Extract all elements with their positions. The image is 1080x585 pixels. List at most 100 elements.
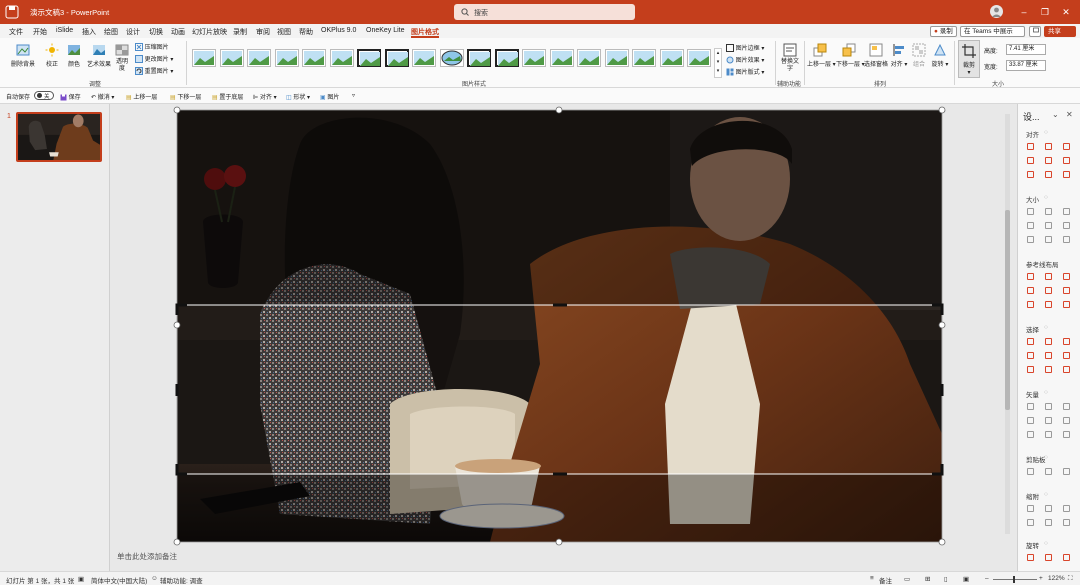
bring-forward-button[interactable]: 上移一层 ▾: [807, 43, 836, 68]
reset-picture-button[interactable]: 重置图片 ▾: [135, 66, 173, 76]
panel-tool-icon[interactable]: [1027, 338, 1034, 345]
panel-tool-icon[interactable]: [1027, 208, 1034, 215]
artistic-effects-button[interactable]: 艺术效果: [86, 43, 112, 68]
width-input[interactable]: 33.87 厘米: [1006, 60, 1046, 71]
zoom-slider[interactable]: [993, 576, 1037, 583]
picture-style-thumbnail[interactable]: [549, 49, 574, 67]
panel-tool-icon[interactable]: [1063, 352, 1070, 359]
close-panel-icon[interactable]: ✕: [1066, 110, 1073, 119]
transparency-button[interactable]: 透明度: [114, 43, 130, 73]
accessibility-status[interactable]: 辅助功能: 调查: [160, 575, 203, 585]
picture-style-thumbnail[interactable]: [467, 49, 491, 67]
record-button[interactable]: ● 录制: [930, 26, 957, 37]
qat-send-to-back-button[interactable]: ▤ 置于底层: [212, 92, 243, 101]
menu-tab[interactable]: OKPlus 9.0: [321, 27, 356, 34]
send-backward-button[interactable]: 下移一层 ▾: [836, 43, 865, 68]
picture-style-thumbnail[interactable]: [522, 49, 546, 67]
menu-tab[interactable]: 开始: [33, 27, 47, 37]
panel-tool-icon[interactable]: [1027, 554, 1034, 561]
picture-style-thumbnail[interactable]: [412, 49, 436, 67]
notes-button[interactable]: 备注: [879, 575, 892, 585]
picture-style-thumbnail[interactable]: [577, 49, 601, 67]
menu-tab[interactable]: 插入: [82, 27, 96, 37]
picture-border-button[interactable]: 图片边框 ▾: [726, 43, 764, 53]
group-button[interactable]: 组合: [910, 43, 928, 68]
compress-pictures-button[interactable]: 压缩图片: [135, 42, 169, 52]
panel-tool-icon[interactable]: [1045, 403, 1052, 410]
teams-button[interactable]: 在 Teams 中展示: [960, 26, 1025, 37]
panel-tool-icon[interactable]: [1045, 366, 1052, 373]
change-picture-button[interactable]: 更改图片 ▾: [135, 54, 173, 64]
qat-shapes-button[interactable]: ◫ 形状 ▾: [286, 92, 310, 101]
panel-tool-icon[interactable]: [1045, 519, 1052, 526]
picture-layout-button[interactable]: 图片版式 ▾: [726, 67, 764, 76]
panel-tool-icon[interactable]: [1063, 143, 1070, 150]
panel-tool-icon[interactable]: [1045, 431, 1052, 438]
panel-tool-icon[interactable]: [1027, 273, 1034, 280]
slide-thumbnail[interactable]: [16, 112, 102, 162]
alt-text-button[interactable]: 替换文字: [779, 43, 801, 73]
picture-style-thumbnail[interactable]: [384, 49, 409, 67]
panel-tool-icon[interactable]: [1063, 431, 1070, 438]
panel-tool-icon[interactable]: [1063, 301, 1070, 308]
chevron-down-icon[interactable]: ⌄: [1052, 110, 1059, 119]
vertical-scrollbar[interactable]: [1005, 114, 1010, 534]
height-input[interactable]: 7.41 厘米: [1006, 44, 1046, 55]
normal-view-icon[interactable]: ▭: [904, 575, 910, 583]
panel-tool-icon[interactable]: [1045, 554, 1052, 561]
qat-align-button[interactable]: ⊫ 对齐 ▾: [253, 92, 277, 101]
picture-effects-button[interactable]: 图片效果 ▾: [726, 55, 764, 64]
panel-tool-icon[interactable]: [1027, 505, 1034, 512]
picture-style-thumbnail[interactable]: [604, 49, 629, 67]
menu-tab[interactable]: 切换: [149, 27, 163, 37]
panel-tool-icon[interactable]: [1063, 366, 1070, 373]
panel-tool-icon[interactable]: [1027, 287, 1034, 294]
panel-tool-icon[interactable]: [1063, 519, 1070, 526]
panel-tool-icon[interactable]: [1063, 236, 1070, 243]
zoom-out-icon[interactable]: –: [985, 575, 989, 582]
panel-tool-icon[interactable]: [1027, 222, 1034, 229]
picture-style-thumbnail[interactable]: [329, 49, 354, 67]
autosave-icon[interactable]: [5, 5, 19, 19]
rotate-button[interactable]: 旋转 ▾: [930, 43, 950, 68]
panel-tool-icon[interactable]: [1045, 222, 1052, 229]
search-box[interactable]: 搜索: [454, 4, 635, 20]
panel-tool-icon[interactable]: [1027, 417, 1034, 424]
picture-style-thumbnail[interactable]: [274, 49, 299, 67]
selection-pane-button[interactable]: 选择窗格: [864, 43, 888, 68]
panel-tool-icon[interactable]: [1027, 431, 1034, 438]
comment-button[interactable]: [1029, 26, 1041, 37]
zoom-slider-thumb[interactable]: [1013, 576, 1015, 583]
panel-tool-icon[interactable]: [1063, 287, 1070, 294]
panel-tool-icon[interactable]: [1045, 352, 1052, 359]
restore-button[interactable]: ❐: [1037, 4, 1053, 20]
minimize-button[interactable]: –: [1016, 4, 1032, 20]
menu-tab[interactable]: 设计: [126, 27, 140, 37]
slide-editing-area[interactable]: 单击此处添加备注: [110, 104, 1017, 571]
picture-style-thumbnail[interactable]: [632, 49, 656, 67]
slide-sorter-icon[interactable]: ⊞: [925, 575, 930, 583]
slideshow-icon[interactable]: ▣: [963, 575, 969, 583]
qat-picture-button[interactable]: ▣ 图片: [320, 92, 339, 101]
panel-tool-icon[interactable]: [1045, 505, 1052, 512]
panel-tool-icon[interactable]: [1063, 417, 1070, 424]
panel-tool-icon[interactable]: [1063, 338, 1070, 345]
panel-tool-icon[interactable]: [1045, 338, 1052, 345]
panel-tool-icon[interactable]: [1027, 157, 1034, 164]
remove-background-button[interactable]: 删除背景: [8, 43, 38, 68]
panel-tool-icon[interactable]: [1045, 236, 1052, 243]
panel-tool-icon[interactable]: [1063, 222, 1070, 229]
fit-slide-icon[interactable]: ⛶: [1068, 575, 1073, 583]
panel-tool-icon[interactable]: [1063, 171, 1070, 178]
notes-placeholder[interactable]: 单击此处添加备注: [117, 551, 177, 562]
panel-tool-icon[interactable]: [1063, 403, 1070, 410]
align-button[interactable]: 对齐 ▾: [890, 43, 908, 68]
picture-style-thumbnail[interactable]: [247, 49, 271, 67]
menu-tab[interactable]: 录制: [233, 27, 247, 37]
panel-tool-icon[interactable]: [1063, 157, 1070, 164]
panel-tool-icon[interactable]: [1027, 403, 1034, 410]
picture-style-thumbnail[interactable]: [219, 49, 244, 67]
panel-tool-icon[interactable]: [1063, 554, 1070, 561]
picture-style-thumbnail[interactable]: [494, 49, 519, 67]
panel-tool-icon[interactable]: [1027, 171, 1034, 178]
